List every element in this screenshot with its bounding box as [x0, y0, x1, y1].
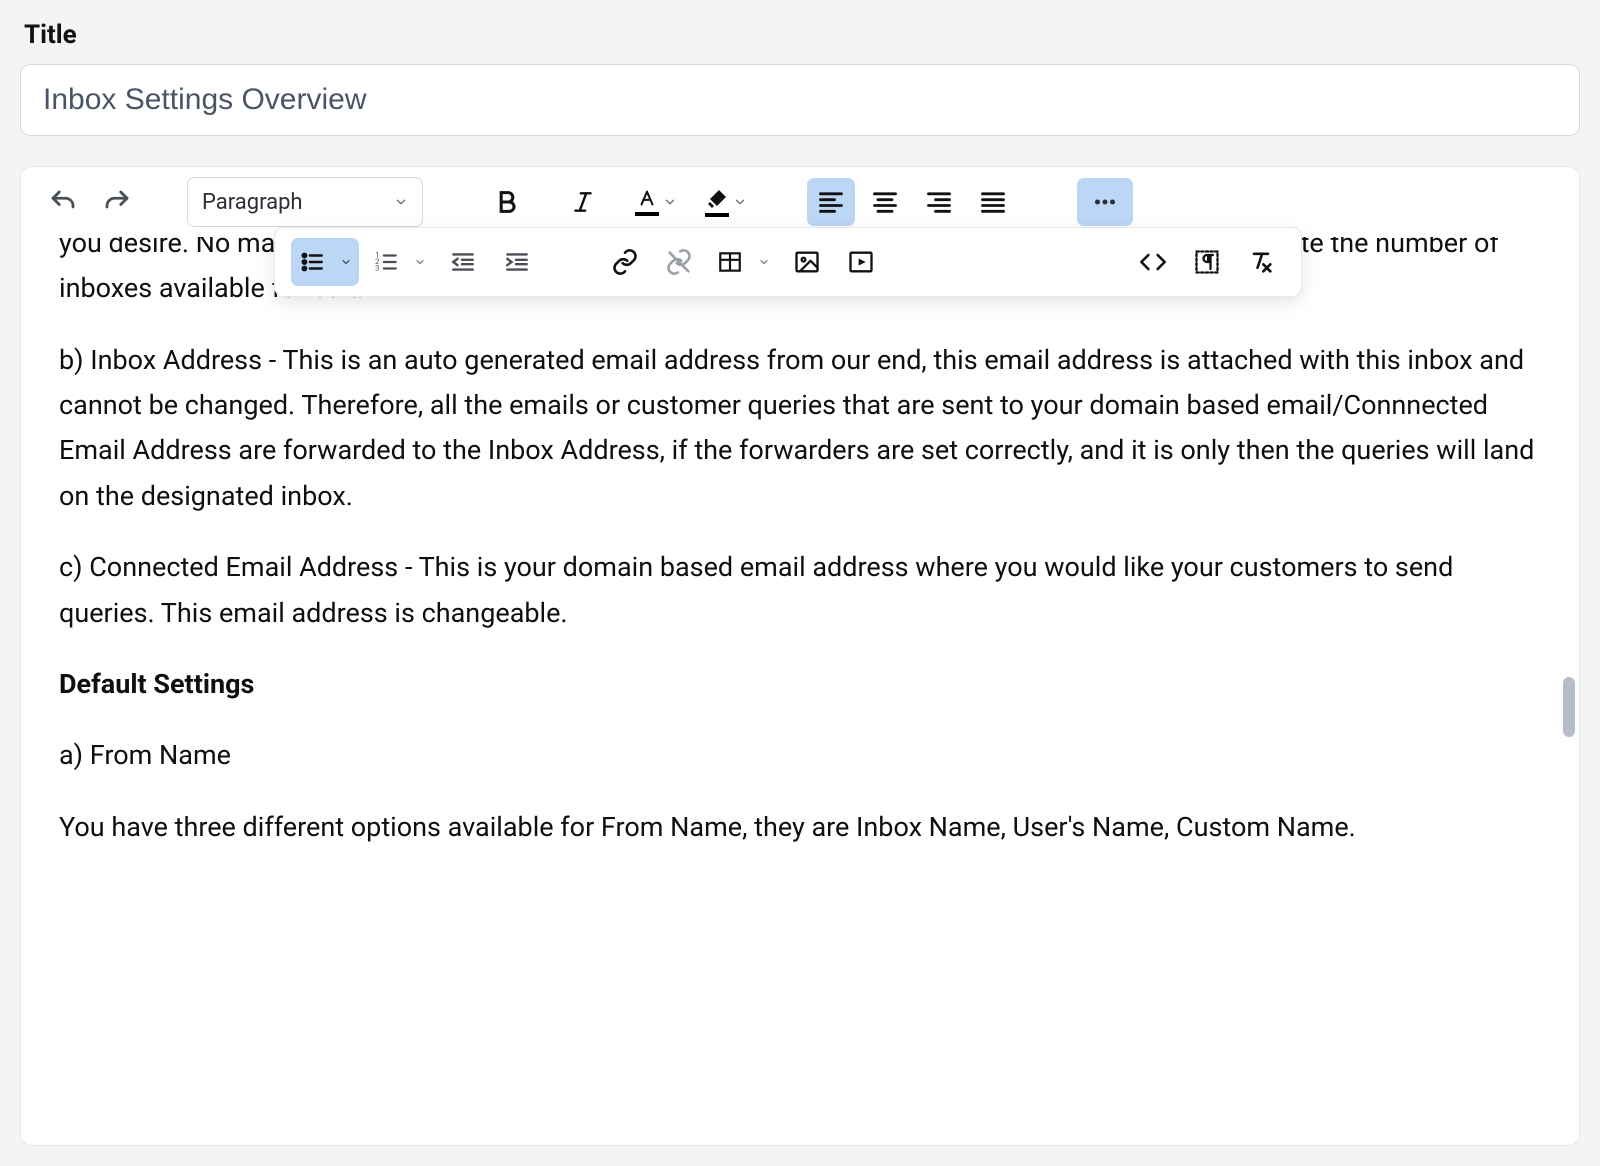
align-justify-icon [979, 188, 1007, 216]
insert-media-button[interactable] [837, 238, 885, 286]
clear-formatting-button[interactable] [1237, 238, 1285, 286]
editor-card: Paragraph [20, 166, 1580, 1146]
text-color-swatch [635, 212, 659, 216]
source-code-button[interactable] [1129, 238, 1177, 286]
code-icon [1139, 248, 1167, 276]
page-root: Title Paragraph [20, 20, 1580, 1146]
numbered-list-icon: 123 [373, 249, 399, 275]
align-center-button[interactable] [861, 178, 909, 226]
ellipsis-icon [1090, 187, 1120, 217]
clear-format-icon [1247, 248, 1275, 276]
chevron-down-icon [758, 256, 770, 268]
highlight-color-swatch [705, 213, 729, 217]
table-icon [717, 249, 743, 275]
block-format-label: Paragraph [202, 190, 303, 215]
title-input[interactable] [20, 64, 1580, 136]
italic-button[interactable] [559, 178, 607, 226]
text-color-button[interactable] [635, 178, 677, 226]
undo-icon [48, 187, 78, 217]
indent-icon [504, 249, 530, 275]
content-paragraph: c) Connected Email Address - This is you… [59, 545, 1541, 636]
redo-button[interactable] [93, 178, 141, 226]
more-toolbar-button[interactable] [1077, 178, 1133, 226]
show-invisibles-button[interactable] [1183, 238, 1231, 286]
align-left-button[interactable] [807, 178, 855, 226]
insert-table-button[interactable] [709, 238, 777, 286]
scrollbar-thumb[interactable] [1563, 677, 1575, 737]
toolbar-secondary: 123 [274, 227, 1302, 297]
numbered-list-button[interactable]: 123 [365, 238, 433, 286]
text-color-icon [636, 188, 658, 210]
unlink-icon [665, 248, 693, 276]
editor-content-area[interactable]: you desire. No matter the From Name (See… [21, 237, 1579, 1145]
svg-text:3: 3 [375, 264, 379, 273]
align-right-button[interactable] [915, 178, 963, 226]
pilcrow-icon [1193, 248, 1221, 276]
insert-link-button[interactable] [601, 238, 649, 286]
bullet-list-icon [299, 249, 325, 275]
content-heading: Default Settings [59, 662, 1541, 707]
link-icon [611, 248, 639, 276]
align-right-icon [925, 188, 953, 216]
highlight-color-button[interactable] [705, 178, 747, 226]
align-justify-button[interactable] [969, 178, 1017, 226]
italic-icon [570, 189, 596, 215]
align-left-icon [817, 188, 845, 216]
image-icon [793, 248, 821, 276]
highlight-icon [705, 187, 729, 211]
content-paragraph: b) Inbox Address - This is an auto gener… [59, 338, 1541, 519]
chevron-down-icon [414, 256, 426, 268]
chevron-down-icon [340, 256, 352, 268]
undo-button[interactable] [39, 178, 87, 226]
remove-link-button[interactable] [655, 238, 703, 286]
media-icon [847, 248, 875, 276]
insert-image-button[interactable] [783, 238, 831, 286]
bold-icon [493, 188, 521, 216]
redo-icon [102, 187, 132, 217]
outdent-icon [450, 249, 476, 275]
chevron-down-icon [663, 195, 677, 209]
content-paragraph: You have three different options availab… [59, 805, 1541, 850]
bullet-list-button[interactable] [291, 238, 359, 286]
block-format-select[interactable]: Paragraph [187, 177, 423, 227]
chevron-down-icon [394, 195, 408, 209]
align-center-icon [871, 188, 899, 216]
content-paragraph: a) From Name [59, 733, 1541, 778]
chevron-down-icon [733, 195, 747, 209]
bold-button[interactable] [483, 178, 531, 226]
outdent-button[interactable] [439, 238, 487, 286]
title-label: Title [24, 20, 1580, 50]
indent-button[interactable] [493, 238, 541, 286]
